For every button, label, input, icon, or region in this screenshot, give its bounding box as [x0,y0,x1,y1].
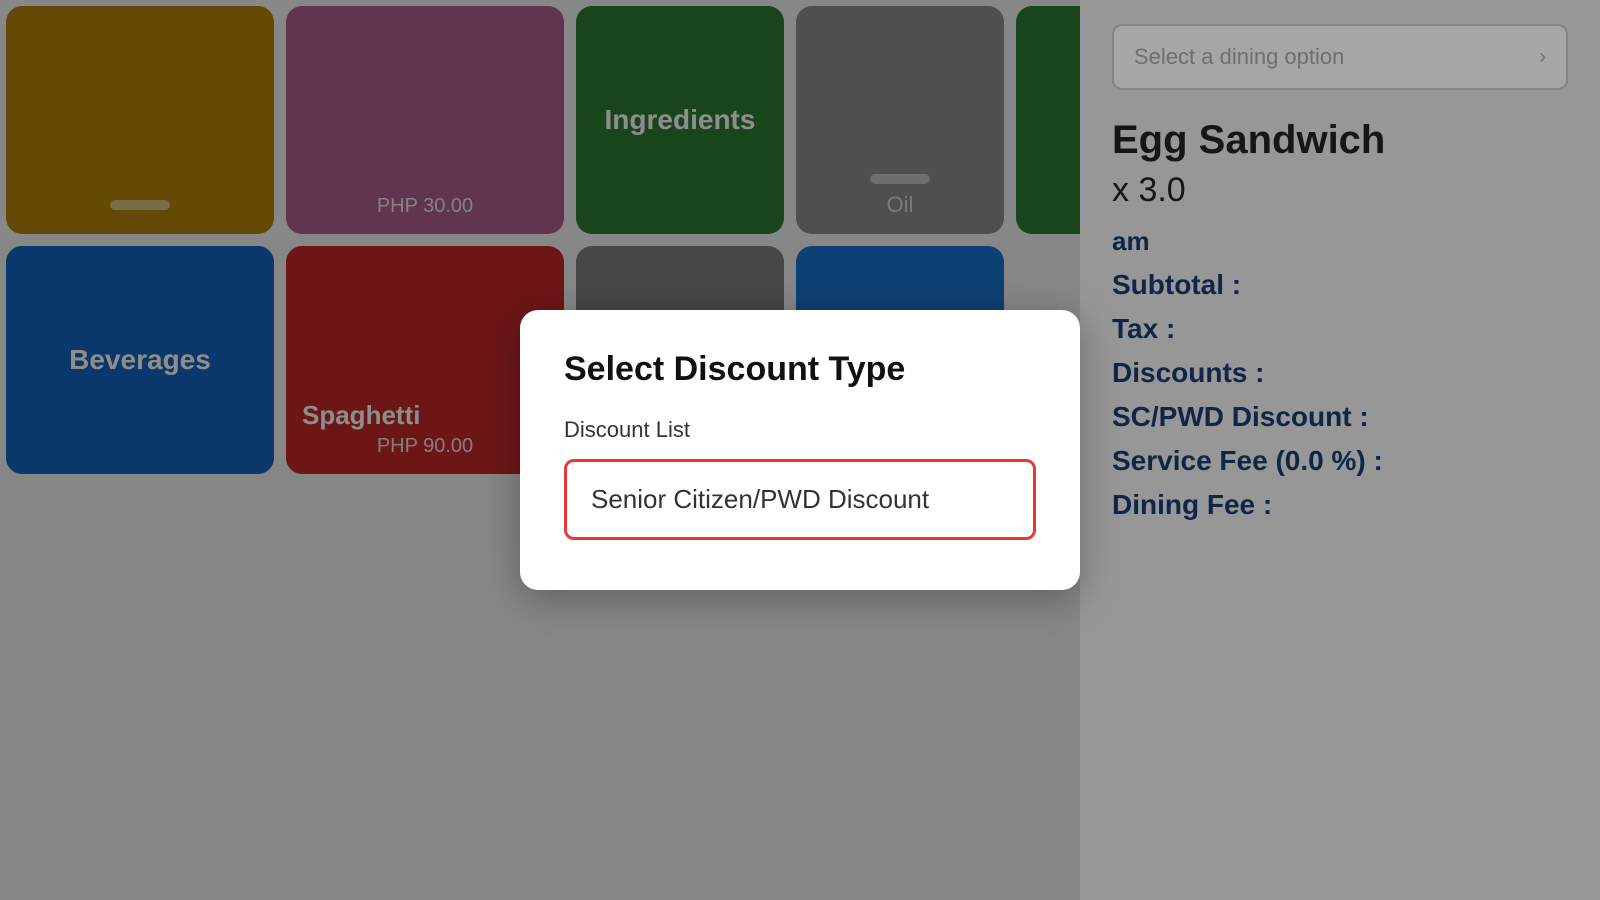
modal-title: Select Discount Type [564,350,1036,389]
select-discount-modal: Select Discount Type Discount List Senio… [520,310,1080,590]
senior-citizen-pwd-option[interactable]: Senior Citizen/PWD Discount [564,459,1036,540]
discount-list-label: Discount List [564,417,1036,443]
modal-overlay: Select Discount Type Discount List Senio… [0,0,1600,900]
